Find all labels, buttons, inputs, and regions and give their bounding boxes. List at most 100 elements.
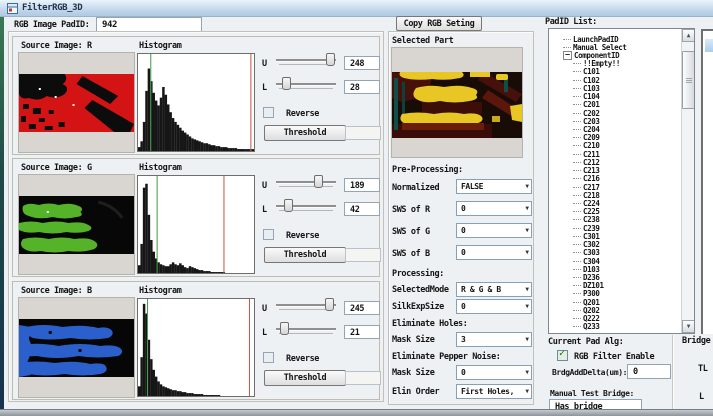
tree-item[interactable]: C224 <box>549 199 679 207</box>
param-dropdown[interactable]: R & G & B ▼ <box>456 282 532 297</box>
param-dropdown[interactable]: 0 ▼ <box>456 245 532 260</box>
tree-scrollbar[interactable]: ▲ ▼ <box>681 29 694 333</box>
tree-connector <box>573 252 581 253</box>
tree-item[interactable]: C102 <box>549 76 679 84</box>
param-dropdown[interactable]: 3 ▼ <box>456 332 532 347</box>
dropdown-value: FALSE <box>461 182 483 191</box>
param-dropdown[interactable]: 0 ▼ <box>456 365 532 380</box>
bridge-delta-label: BrdgAddDelta(um): <box>552 368 627 377</box>
dropdown-arrow-icon[interactable]: ▼ <box>525 227 529 234</box>
tree-item[interactable]: DZ101 <box>549 282 679 290</box>
tree-item[interactable]: C225 <box>549 208 679 216</box>
tree-item[interactable]: C218 <box>549 191 679 199</box>
tree-item[interactable]: !!Empty!! <box>549 60 679 68</box>
scrollbar-thumb[interactable] <box>682 51 695 109</box>
param-dropdown[interactable]: FALSE ▼ <box>456 179 532 194</box>
tree-item[interactable]: C103 <box>549 84 679 92</box>
tree-item[interactable]: C203 <box>549 117 679 125</box>
dropdown-value: 0 <box>461 204 465 213</box>
selected-part-image <box>392 72 522 138</box>
param-dropdown[interactable]: 0 ▼ <box>456 201 532 216</box>
dropdown-arrow-icon[interactable]: ▼ <box>525 286 529 293</box>
copy-rgb-setting-button[interactable]: Copy RGB Seting <box>396 16 482 31</box>
lower-threshold-slider[interactable] <box>276 199 336 213</box>
tree-item[interactable]: C210 <box>549 142 679 150</box>
tree-item[interactable]: P300 <box>549 290 679 298</box>
tree-item[interactable]: Q201 <box>549 298 679 306</box>
tree-connector <box>573 203 581 204</box>
scroll-up-arrow-icon[interactable]: ▲ <box>682 29 695 42</box>
upper-threshold-slider[interactable] <box>276 298 336 312</box>
upper-threshold-field[interactable]: 248 <box>344 56 380 70</box>
lower-threshold-label: L <box>262 83 267 93</box>
threshold-button[interactable]: Threshold <box>264 247 346 263</box>
tree-item[interactable]: C302 <box>549 240 679 248</box>
tree-item[interactable]: D103 <box>549 265 679 273</box>
threshold-button[interactable]: Threshold <box>264 125 346 141</box>
upper-threshold-slider[interactable] <box>276 53 336 67</box>
slider-thumb[interactable] <box>284 199 293 212</box>
tree-item[interactable]: Q233 <box>549 323 679 331</box>
param-dropdown[interactable]: 0 ▼ <box>456 223 532 238</box>
clipped-selected-row <box>705 39 713 52</box>
slider-thumb[interactable] <box>325 298 334 311</box>
dropdown-arrow-icon[interactable]: ▼ <box>525 205 529 212</box>
reverse-checkbox[interactable] <box>263 107 274 118</box>
tree-item[interactable]: C204 <box>549 125 679 133</box>
upper-threshold-field[interactable]: 189 <box>344 178 380 192</box>
param-dropdown[interactable]: 0 ▼ <box>456 299 532 314</box>
lower-threshold-field[interactable]: 28 <box>344 80 380 94</box>
tree-item[interactable]: C101 <box>549 68 679 76</box>
tree-item[interactable]: C213 <box>549 167 679 175</box>
pad-id-tree[interactable]: LaunchPadIDManual Select−ComponentID!!Em… <box>548 28 695 334</box>
dropdown-arrow-icon[interactable]: ▼ <box>525 388 529 395</box>
tree-item[interactable]: C216 <box>549 175 679 183</box>
tree-item[interactable]: C211 <box>549 150 679 158</box>
tree-item[interactable]: Q202 <box>549 306 679 314</box>
lower-threshold-slider[interactable] <box>276 322 336 336</box>
tree-item[interactable]: C238 <box>549 216 679 224</box>
tree-item[interactable]: C304 <box>549 257 679 265</box>
tree-item[interactable]: C212 <box>549 158 679 166</box>
source-image-frame <box>18 297 135 398</box>
source-image <box>19 319 134 377</box>
slider-thumb[interactable] <box>314 175 323 188</box>
tree-connector <box>573 228 581 229</box>
lower-threshold-label: L <box>262 328 267 338</box>
reverse-checkbox[interactable] <box>263 229 274 240</box>
tree-item[interactable]: C202 <box>549 109 679 117</box>
rgb-filter-enable-checkbox[interactable]: ✓ <box>557 350 568 361</box>
upper-threshold-slider[interactable] <box>276 175 336 189</box>
channel-panel: Source Image: B Histogram U 245 L 21 Rev… <box>12 281 380 400</box>
upper-threshold-field[interactable]: 245 <box>344 301 380 315</box>
tree-item[interactable]: C239 <box>549 224 679 232</box>
tree-item[interactable]: Q222 <box>549 314 679 322</box>
tree-item[interactable]: C209 <box>549 134 679 142</box>
lower-threshold-field[interactable]: 21 <box>344 325 380 339</box>
slider-thumb[interactable] <box>280 322 289 335</box>
tree-item[interactable]: C301 <box>549 232 679 240</box>
dropdown-arrow-icon[interactable]: ▼ <box>525 369 529 376</box>
slider-thumb[interactable] <box>326 53 335 66</box>
scroll-down-arrow-icon[interactable]: ▼ <box>682 320 695 333</box>
dropdown-arrow-icon[interactable]: ▼ <box>525 303 529 310</box>
dropdown-arrow-icon[interactable]: ▼ <box>525 249 529 256</box>
preprocessing-title: Pre-Processing: <box>392 165 532 176</box>
collapse-icon[interactable]: − <box>563 51 572 60</box>
tree-item[interactable]: C201 <box>549 101 679 109</box>
param-label: SilkExpSize <box>392 302 444 312</box>
bridge-delta-field[interactable]: 0 <box>627 364 671 379</box>
tree-item[interactable]: C217 <box>549 183 679 191</box>
reverse-checkbox[interactable] <box>263 352 274 363</box>
threshold-button[interactable]: Threshold <box>264 370 346 386</box>
slider-thumb[interactable] <box>282 77 291 90</box>
param-dropdown[interactable]: First Holes, ▼ <box>456 384 532 399</box>
pad-id-field[interactable]: 942 <box>96 17 202 32</box>
dropdown-arrow-icon[interactable]: ▼ <box>525 336 529 343</box>
dropdown-arrow-icon[interactable]: ▼ <box>525 183 529 190</box>
lower-threshold-slider[interactable] <box>276 77 336 91</box>
tree-item[interactable]: C303 <box>549 249 679 257</box>
tree-item[interactable]: D236 <box>549 273 679 281</box>
tree-item[interactable]: C104 <box>549 93 679 101</box>
lower-threshold-field[interactable]: 42 <box>344 202 380 216</box>
